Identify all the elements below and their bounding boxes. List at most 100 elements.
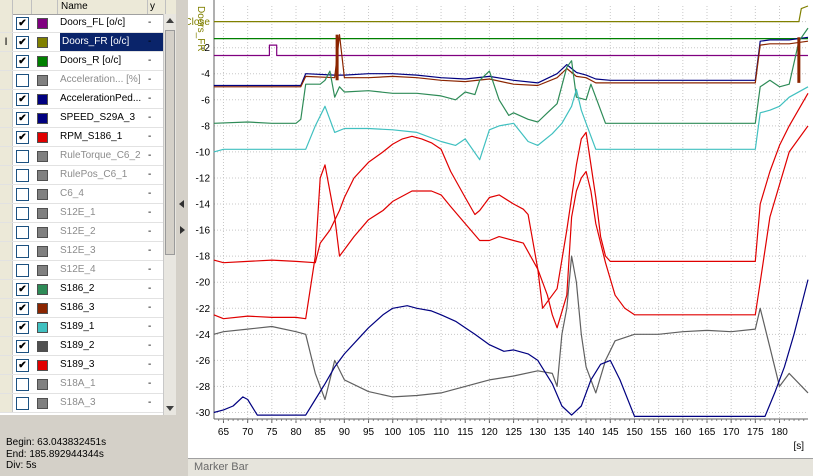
color-swatch[interactable] [37,284,48,295]
signal-y-value: - [148,55,152,66]
visibility-checkbox[interactable] [16,169,29,182]
panel-splitter[interactable] [176,0,188,475]
color-swatch[interactable] [37,151,48,162]
color-swatch[interactable] [37,246,48,257]
visibility-checkbox[interactable]: ✔ [16,131,29,144]
x-unit-label: [s] [793,441,804,452]
visibility-checkbox[interactable]: ✔ [16,17,29,30]
signal-list-scrollbar[interactable] [163,14,176,415]
signal-row[interactable]: RulePos_C6_1- [0,166,176,185]
visibility-checkbox[interactable]: ✔ [16,302,29,315]
row-gutter [0,204,13,222]
visibility-checkbox[interactable] [16,378,29,391]
signal-row[interactable]: ✔ S189_2- [0,337,176,356]
color-swatch[interactable] [37,189,48,200]
signal-row[interactable]: S12E_3- [0,242,176,261]
x-tick-label: 155 [650,427,667,438]
y-tick-label: -10 [196,147,211,158]
signal-row[interactable]: C6_4- [0,185,176,204]
signal-row[interactable]: RuleTorque_C6_2- [0,147,176,166]
visibility-checkbox[interactable]: ✔ [16,340,29,353]
signal-row[interactable]: S12E_1- [0,204,176,223]
signal-y-value: - [148,112,152,123]
visibility-checkbox[interactable]: ✔ [16,283,29,296]
color-swatch[interactable] [37,208,48,219]
signal-row[interactable]: ✔ AccelerationPed... - [0,90,176,109]
marker-bar[interactable]: Marker Bar [188,458,813,476]
signal-row[interactable]: S18A_3- [0,394,176,413]
signal-row[interactable]: ✔ S189_3- [0,356,176,375]
row-gutter [0,337,13,355]
y-tick-label: -16 [196,226,211,237]
color-swatch[interactable] [37,379,48,390]
visibility-checkbox[interactable]: ✔ [16,112,29,125]
visibility-checkbox[interactable] [16,264,29,277]
color-swatch[interactable] [37,37,48,48]
signal-row[interactable]: Acceleration... [%] - [0,71,176,90]
row-gutter [0,356,13,374]
chart-area[interactable]: 65 70 75 80 85 90 95 100 105 110 115 120 125 130 135 14… [188,0,813,458]
signal-list-header: Name y [0,0,176,15]
signal-row[interactable]: ✔ Doors_R [o/c] - [0,52,176,71]
color-swatch[interactable] [37,75,48,86]
header-name-column[interactable]: Name [58,0,148,14]
visibility-checkbox[interactable] [16,245,29,258]
expand-right-icon[interactable] [180,226,185,234]
x-tick-label: 165 [699,427,716,438]
visibility-checkbox[interactable] [16,188,29,201]
signal-y-value: - [148,150,152,161]
scrollbar-thumb[interactable] [165,30,175,255]
color-swatch[interactable] [37,56,48,67]
signal-y-value: - [148,207,152,218]
color-swatch[interactable] [37,227,48,238]
signal-row[interactable]: ✔ Doors_FL [o/c] - [0,14,176,33]
x-tick-label: 150 [626,427,643,438]
color-swatch[interactable] [37,18,48,29]
scroll-down-icon[interactable] [166,406,174,411]
visibility-checkbox[interactable]: ✔ [16,36,29,49]
visibility-checkbox[interactable] [16,226,29,239]
y-tick-label: -8 [201,121,210,132]
signal-row[interactable]: ✔ SPEED_S29A_3- [0,109,176,128]
signal-y-value: - [148,245,152,256]
header-check-column[interactable] [13,0,32,14]
signal-row[interactable]: ✔ S186_2- [0,280,176,299]
color-swatch[interactable] [37,398,48,409]
color-swatch[interactable] [37,94,48,105]
signal-row[interactable]: ✔ RPM_S186_1- [0,128,176,147]
x-tick-label: 160 [674,427,691,438]
visibility-checkbox[interactable]: ✔ [16,93,29,106]
signal-y-value: - [148,131,152,142]
visibility-checkbox[interactable]: ✔ [16,321,29,334]
color-swatch[interactable] [37,170,48,181]
line-chart[interactable]: 65 70 75 80 85 90 95 100 105 110 115 120 125 130 135 14… [188,0,813,458]
color-swatch[interactable] [37,265,48,276]
row-gutter [0,52,13,70]
color-swatch[interactable] [37,360,48,371]
header-y-column[interactable]: y [148,0,166,14]
signal-row[interactable]: ✔ S189_1- [0,318,176,337]
collapse-left-icon[interactable] [179,200,184,208]
y-tick-label: -12 [196,173,211,184]
signal-y-value: - [148,378,152,389]
header-color-column[interactable] [32,0,58,14]
color-swatch[interactable] [37,132,48,143]
color-swatch[interactable] [37,322,48,333]
scroll-up-icon[interactable] [166,18,174,23]
visibility-checkbox[interactable] [16,74,29,87]
color-swatch[interactable] [37,303,48,314]
row-gutter [0,375,13,393]
visibility-checkbox[interactable] [16,207,29,220]
visibility-checkbox[interactable]: ✔ [16,359,29,372]
signal-row[interactable]: I ✔ Doors_FR [o/c] - [0,33,176,52]
signal-row[interactable]: S12E_2- [0,223,176,242]
color-swatch[interactable] [37,341,48,352]
signal-row[interactable]: ✔ S186_3- [0,299,176,318]
visibility-checkbox[interactable] [16,397,29,410]
visibility-checkbox[interactable]: ✔ [16,55,29,68]
color-swatch[interactable] [37,113,48,124]
signal-row[interactable]: S12E_4- [0,261,176,280]
signal-row[interactable]: S18A_1- [0,375,176,394]
visibility-checkbox[interactable] [16,150,29,163]
row-gutter [0,318,13,336]
